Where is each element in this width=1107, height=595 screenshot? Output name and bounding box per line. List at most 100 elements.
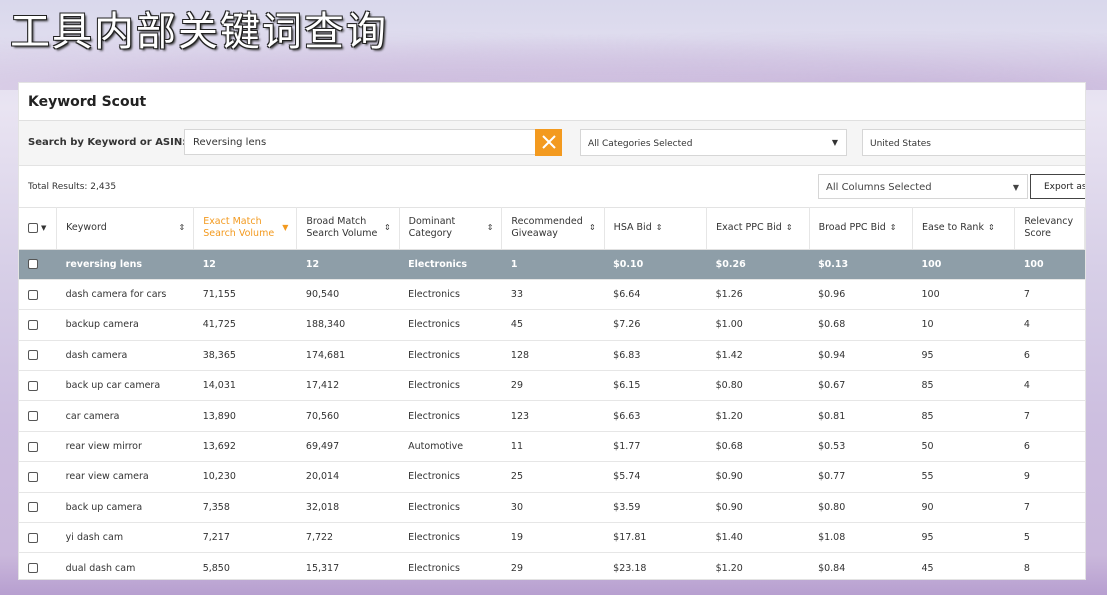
table-row[interactable]: yi dash cam 7,217 7,722 Electronics 19 $17.81… xyxy=(19,522,1085,554)
app-title: Keyword Scout xyxy=(28,94,147,110)
cell-recommended-giveaway: 128 xyxy=(501,340,605,372)
row-checkbox-cell[interactable] xyxy=(19,340,57,372)
chevron-down-icon: ▼ xyxy=(1012,183,1019,192)
cell-broad-match-volume: 20,014 xyxy=(296,461,400,493)
row-checkbox[interactable] xyxy=(28,532,38,543)
cell-broad-ppc-bid: $1.08 xyxy=(809,522,913,554)
cell-broad-match-volume: 17,412 xyxy=(296,370,400,402)
cell-exact-ppc-bid: $0.80 xyxy=(706,370,810,402)
header-label: Exact PPC Bid xyxy=(716,221,782,233)
cell-hsa-bid: $6.63 xyxy=(604,400,707,432)
row-checkbox-cell[interactable] xyxy=(19,309,57,341)
row-checkbox[interactable] xyxy=(28,289,38,300)
cell-dominant-category: Electronics xyxy=(399,309,502,341)
row-checkbox-cell[interactable] xyxy=(19,492,57,524)
title-bar: Keyword Scout xyxy=(19,83,1085,121)
row-checkbox-cell[interactable] xyxy=(19,522,57,554)
cell-ease-to-rank: 45 xyxy=(912,552,1015,579)
cell-keyword: yi dash cam xyxy=(56,522,194,554)
cell-broad-ppc-bid: $0.94 xyxy=(809,340,913,372)
column-header-broad-ppc-bid[interactable]: Broad PPC Bid ⇕ xyxy=(809,207,914,250)
export-button-label: Export as xyxy=(1044,182,1086,192)
results-bar: Total Results: 2,435 All Columns Selecte… xyxy=(19,166,1085,208)
column-header-dominant-category[interactable]: Dominant Category ⇕ xyxy=(399,207,503,250)
cell-dominant-category: Electronics xyxy=(399,492,502,524)
export-button[interactable]: Export as xyxy=(1030,174,1086,199)
cell-dominant-category: Electronics xyxy=(399,340,502,372)
table-row[interactable]: rear view mirror 13,692 69,497 Automotive 11… xyxy=(19,431,1085,463)
cell-relevancy-score: 7 xyxy=(1014,279,1085,311)
row-checkbox[interactable] xyxy=(28,411,38,422)
category-select[interactable]: All Categories Selected ▼ xyxy=(580,129,847,156)
cell-exact-match-volume: 38,365 xyxy=(193,340,297,372)
cell-keyword: reversing lens xyxy=(56,249,194,280)
cell-keyword: dash camera xyxy=(56,340,194,372)
cell-exact-ppc-bid: $0.26 xyxy=(706,249,810,280)
table-row[interactable]: back up car camera 14,031 17,412 Electronic… xyxy=(19,370,1085,402)
table-row[interactable]: dual dash cam 5,850 15,317 Electronics 29 $23… xyxy=(19,552,1085,579)
cell-ease-to-rank: 100 xyxy=(912,249,1015,280)
row-checkbox[interactable] xyxy=(28,259,38,270)
cell-exact-ppc-bid: $0.68 xyxy=(706,431,810,463)
cell-ease-to-rank: 100 xyxy=(912,279,1015,311)
column-header-ease-to-rank[interactable]: Ease to Rank ⇕ xyxy=(912,207,1016,250)
table-row[interactable]: reversing lens 12 12 Electronics 1 $0.10 $0.26… xyxy=(19,249,1085,280)
table-row[interactable]: backup camera 41,725 188,340 Electronics 45 $… xyxy=(19,309,1085,341)
cell-keyword: back up car camera xyxy=(56,370,194,402)
cell-exact-ppc-bid: $0.90 xyxy=(706,492,810,524)
country-select[interactable]: United States xyxy=(862,129,1085,156)
column-header-relevancy-score[interactable]: Relevancy Score xyxy=(1014,207,1085,250)
header-label: Score xyxy=(1024,227,1051,239)
chevron-down-icon[interactable]: ▼ xyxy=(41,224,46,232)
column-header-keyword[interactable]: Keyword ⇕ xyxy=(56,207,195,250)
row-checkbox[interactable] xyxy=(28,380,38,391)
cell-relevancy-score: 6 xyxy=(1014,340,1085,372)
table-row[interactable]: rear view camera 10,230 20,014 Electronics 2… xyxy=(19,461,1085,493)
header-label: Recommended xyxy=(511,215,583,227)
header-label: Exact Match xyxy=(203,215,262,227)
cell-relevancy-score: 9 xyxy=(1014,461,1085,493)
row-checkbox[interactable] xyxy=(28,502,38,513)
column-header-broad-match-volume[interactable]: Broad Match Search Volume ⇕ xyxy=(296,207,400,250)
row-checkbox-cell[interactable] xyxy=(19,400,57,432)
columns-select[interactable]: All Columns Selected ▼ xyxy=(818,174,1028,199)
table-row[interactable]: dash camera for cars 71,155 90,540 Electron… xyxy=(19,279,1085,311)
column-header-recommended-giveaway[interactable]: Recommended Giveaway ⇕ xyxy=(501,207,605,250)
header-label: Search Volume xyxy=(306,227,378,239)
sort-icon: ⇕ xyxy=(486,223,494,232)
search-input[interactable]: Reversing lens xyxy=(184,129,536,155)
clear-search-button[interactable] xyxy=(535,129,562,156)
row-checkbox-cell[interactable] xyxy=(19,461,57,493)
cell-exact-match-volume: 10,230 xyxy=(193,461,297,493)
column-header-exact-match-volume[interactable]: Exact Match Search Volume ▼ xyxy=(193,207,298,250)
row-checkbox[interactable] xyxy=(28,350,38,361)
row-checkbox-cell[interactable] xyxy=(19,431,57,463)
table-row[interactable]: back up camera 7,358 32,018 Electronics 30 $3… xyxy=(19,492,1085,524)
column-header-exact-ppc-bid[interactable]: Exact PPC Bid ⇕ xyxy=(706,207,810,250)
row-checkbox[interactable] xyxy=(28,471,38,482)
row-checkbox[interactable] xyxy=(28,563,38,574)
row-checkbox-cell[interactable] xyxy=(19,249,57,280)
header-label: Broad Match xyxy=(306,215,367,227)
select-all-checkbox[interactable] xyxy=(28,222,38,233)
table-row[interactable]: car camera 13,890 70,560 Electronics 123 $6.6… xyxy=(19,400,1085,432)
row-checkbox[interactable] xyxy=(28,441,38,452)
row-checkbox[interactable] xyxy=(28,319,38,330)
cell-hsa-bid: $3.59 xyxy=(604,492,707,524)
cell-broad-ppc-bid: $0.96 xyxy=(809,279,913,311)
cell-dominant-category: Electronics xyxy=(399,279,502,311)
cell-recommended-giveaway: 123 xyxy=(501,400,605,432)
cell-recommended-giveaway: 29 xyxy=(501,552,605,579)
column-header-hsa-bid[interactable]: HSA Bid ⇕ xyxy=(604,207,708,250)
row-checkbox-cell[interactable] xyxy=(19,279,57,311)
cell-keyword: rear view mirror xyxy=(56,431,194,463)
row-checkbox-cell[interactable] xyxy=(19,552,57,579)
cell-dominant-category: Electronics xyxy=(399,400,502,432)
header-label: Keyword xyxy=(66,221,107,233)
table-row[interactable]: dash camera 38,365 174,681 Electronics 128 $6… xyxy=(19,340,1085,372)
cell-relevancy-score: 4 xyxy=(1014,370,1085,402)
cell-recommended-giveaway: 25 xyxy=(501,461,605,493)
row-checkbox-cell[interactable] xyxy=(19,370,57,402)
cell-recommended-giveaway: 11 xyxy=(501,431,605,463)
select-all-cell[interactable]: ▼ xyxy=(19,207,58,250)
